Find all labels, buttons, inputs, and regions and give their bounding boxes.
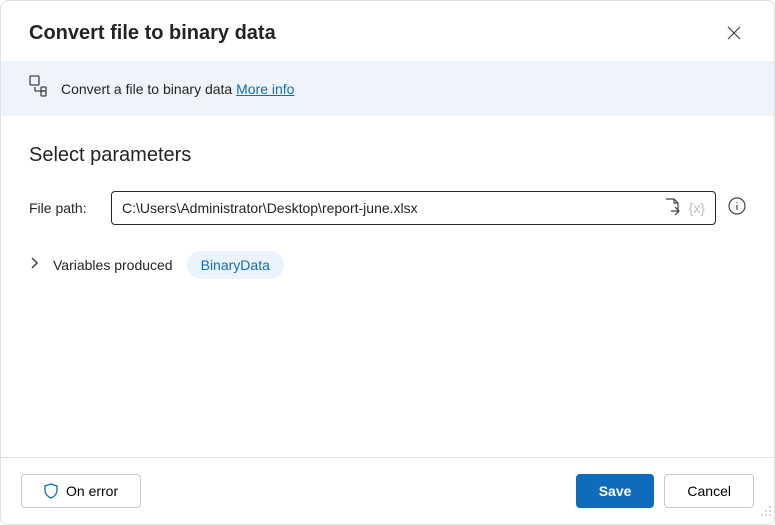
binary-file-icon <box>29 75 47 102</box>
file-path-input[interactable] <box>122 200 657 216</box>
on-error-button[interactable]: On error <box>21 474 141 508</box>
info-icon[interactable] <box>728 197 746 220</box>
variables-produced-label: Variables produced <box>53 257 173 273</box>
chevron-right-icon[interactable] <box>29 256 39 274</box>
save-button[interactable]: Save <box>576 474 655 508</box>
variable-badge[interactable]: BinaryData <box>187 251 284 279</box>
more-info-link[interactable]: More info <box>236 81 294 97</box>
info-banner: Convert a file to binary data More info <box>1 61 774 116</box>
variable-insert-icon[interactable]: {x} <box>689 200 705 216</box>
file-path-field[interactable]: {x} <box>111 191 716 225</box>
shield-icon <box>44 483 58 499</box>
cancel-button[interactable]: Cancel <box>664 474 754 508</box>
on-error-label: On error <box>66 483 118 499</box>
file-picker-icon[interactable] <box>663 198 681 218</box>
close-button[interactable] <box>722 21 746 45</box>
dialog-title: Convert file to binary data <box>29 22 276 45</box>
file-path-label: File path: <box>29 200 99 216</box>
close-icon <box>727 26 741 40</box>
info-text: Convert a file to binary data More info <box>61 81 294 97</box>
section-title: Select parameters <box>29 144 746 167</box>
resize-grip-icon[interactable] <box>760 504 772 522</box>
